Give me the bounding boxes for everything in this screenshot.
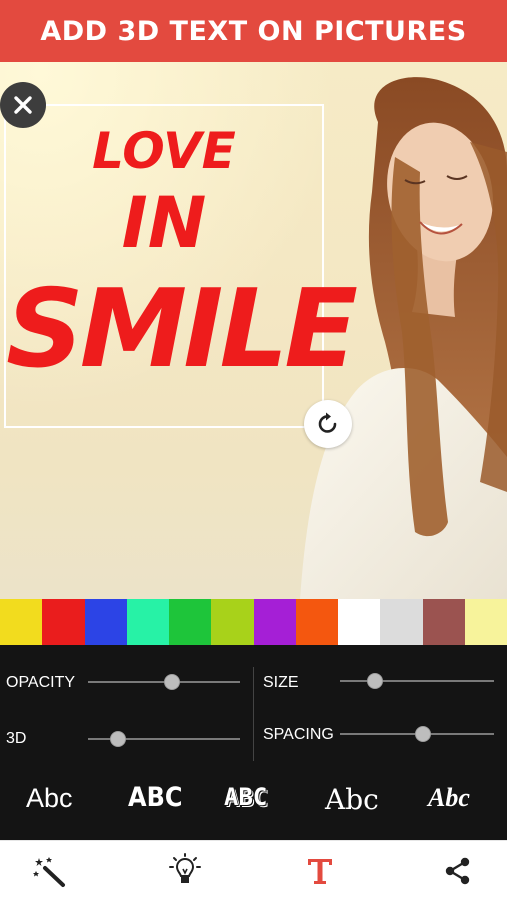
depth-slider-thumb[interactable] [110,731,127,747]
magic-wand-icon [33,857,65,887]
color-swatch[interactable] [211,599,254,645]
size-slider[interactable] [340,673,494,689]
rotate-text-button[interactable] [304,400,352,448]
color-swatch[interactable] [169,599,212,645]
color-swatch[interactable] [84,599,127,645]
sticker-line-2[interactable]: IN [6,188,322,258]
opacity-slider-thumb[interactable] [163,674,180,690]
sticker-line-3[interactable]: SMILE [6,276,358,384]
effects-button[interactable] [30,851,70,891]
remove-text-button[interactable] [0,82,46,128]
spacing-slider-thumb[interactable] [415,726,432,742]
opacity-slider[interactable] [88,674,240,690]
text-icon [308,859,332,884]
share-icon [445,857,470,885]
depth-slider[interactable] [88,731,240,747]
depth-label: 3D [6,730,27,747]
spacing-slider[interactable] [340,726,494,742]
font-style-row: Abc ABC ABC Abc Abc [0,773,507,829]
close-icon [14,96,32,114]
color-swatch[interactable] [42,599,85,645]
sticker-line-1[interactable]: LOVE [6,126,322,176]
bottom-toolbar [0,840,507,900]
font-option-regular[interactable]: Abc [26,783,73,814]
size-slider-thumb[interactable] [367,673,384,689]
light-effect-button[interactable] [165,851,205,891]
font-option-script[interactable]: Abc [428,783,470,813]
color-swatch[interactable] [126,599,169,645]
app-header: ADD 3D TEXT ON PICTURES [0,0,507,62]
color-swatch[interactable] [338,599,381,645]
text-tool-button[interactable] [300,851,340,891]
color-swatch[interactable] [253,599,296,645]
color-swatch[interactable] [295,599,338,645]
color-swatch[interactable] [464,599,507,645]
color-swatch[interactable] [0,599,43,645]
rotate-icon [318,412,337,433]
size-label: SIZE [263,674,299,691]
photo-canvas[interactable]: LOVE IN SMILE [0,62,507,599]
opacity-label: OPACITY [6,674,76,691]
font-option-grunge[interactable]: Abc [325,783,379,816]
color-swatch[interactable] [380,599,423,645]
color-palette [0,599,507,645]
share-button[interactable] [438,851,478,891]
font-option-block[interactable]: ABC [128,782,182,813]
color-swatch[interactable] [422,599,465,645]
spacing-label: SPACING [263,726,334,743]
text-sticker-frame[interactable]: LOVE IN SMILE [4,104,358,428]
app-title: ADD 3D TEXT ON PICTURES [40,15,467,47]
lightbulb-icon [169,853,201,883]
controls-divider [253,667,254,761]
font-option-outline[interactable]: ABC [224,783,267,811]
text-controls-panel: OPACITY SIZE 3D SPACING Abc ABC ABC Abc … [0,645,507,840]
